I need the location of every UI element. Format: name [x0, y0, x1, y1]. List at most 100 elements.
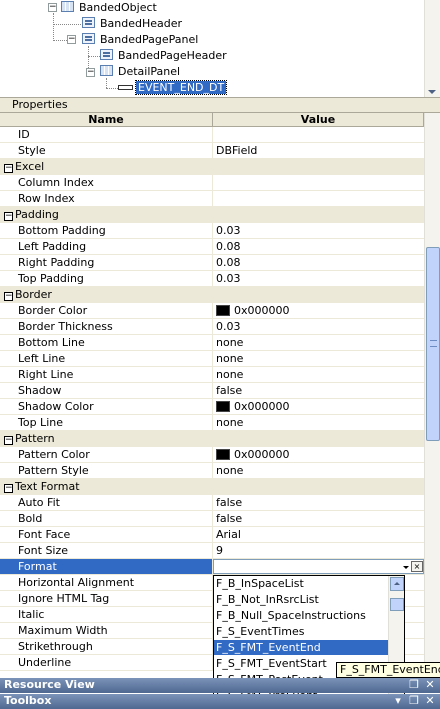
resource-view-panel[interactable]: Resource View ❐ ✕ [0, 678, 440, 693]
property-row[interactable]: Right Padding 0.08 [0, 255, 424, 271]
property-value-cell[interactable] [213, 175, 424, 190]
window-icon[interactable]: ❐ [408, 679, 420, 691]
clear-icon[interactable]: × [411, 561, 423, 572]
tree-node-bandedobject[interactable]: BandedObject [61, 0, 159, 16]
property-value-cell[interactable]: none [213, 415, 424, 430]
category-name: Padding [15, 208, 59, 221]
tree-scrollbar[interactable] [424, 0, 440, 97]
property-value: false [216, 496, 243, 509]
category-row[interactable]: − Padding [0, 207, 424, 223]
property-value-cell[interactable]: none [213, 335, 424, 350]
property-value-cell[interactable]: 0x000000 [213, 303, 424, 318]
properties-scrollbar[interactable] [424, 113, 440, 678]
property-row[interactable]: Bottom Line none [0, 335, 424, 351]
collapse-icon[interactable]: − [4, 292, 13, 301]
value-column-header[interactable]: Value [213, 113, 424, 127]
collapse-toggle[interactable]: − [67, 35, 76, 44]
tree-node-bandedheader[interactable]: BandedHeader [82, 16, 184, 32]
property-row[interactable]: Style DBField [0, 143, 424, 159]
tooltip: F_S_FMT_EventEnd [336, 662, 440, 678]
property-value-cell[interactable]: false [213, 495, 424, 510]
property-row[interactable]: Left Padding 0.08 [0, 239, 424, 255]
property-row[interactable]: Border Thickness 0.03 [0, 319, 424, 335]
property-value-cell[interactable]: false [213, 383, 424, 398]
property-value-cell[interactable]: 0.03 [213, 271, 424, 286]
property-value-cell[interactable]: 0.08 [213, 255, 424, 270]
category-row[interactable]: − Excel [0, 159, 424, 175]
property-value-cell[interactable]: 0x000000 [213, 447, 424, 462]
collapse-icon[interactable]: − [4, 212, 13, 221]
property-row[interactable]: Font Face Arial [0, 527, 424, 543]
resource-view-title: Resource View [4, 678, 95, 691]
property-value-cell[interactable]: 9 [213, 543, 424, 558]
property-row[interactable]: Bold false [0, 511, 424, 527]
property-value-cell[interactable]: DBField [213, 143, 424, 158]
property-row[interactable]: Bottom Padding 0.03 [0, 223, 424, 239]
property-row[interactable]: Auto Fit false [0, 495, 424, 511]
category-row[interactable]: − Pattern [0, 431, 424, 447]
collapse-toggle[interactable]: − [48, 3, 57, 12]
property-value-cell[interactable]: Arial [213, 527, 424, 542]
dropdown-option[interactable]: F_B_InSpaceList [214, 576, 404, 592]
scrollbar-thumb[interactable] [426, 247, 440, 441]
property-value-cell[interactable]: none [213, 351, 424, 366]
property-row[interactable]: Shadow Color 0x000000 [0, 399, 424, 415]
object-tree[interactable]: − BandedObject BandedHeader − BandedPage… [0, 0, 440, 97]
name-column-header[interactable]: Name [0, 113, 213, 127]
property-value-cell[interactable]: 0.03 [213, 223, 424, 238]
property-value-cell[interactable]: false [213, 511, 424, 526]
tree-node-event-end-dt[interactable]: EVENT_END_DT [118, 80, 228, 96]
category-row[interactable]: − Border [0, 287, 424, 303]
property-value-cell[interactable] [213, 127, 424, 142]
pin-icon[interactable]: ▾ [392, 695, 404, 707]
tree-node-bandedpageheader[interactable]: BandedPageHeader [100, 48, 229, 64]
property-row[interactable]: Left Line none [0, 351, 424, 367]
property-value-cell[interactable]: × [213, 559, 424, 574]
scroll-down-icon[interactable] [428, 90, 436, 94]
tree-node-bandedpagepanel[interactable]: BandedPagePanel [82, 32, 200, 48]
property-value-cell[interactable]: 0.03 [213, 319, 424, 334]
property-row[interactable]: Format × [0, 559, 424, 575]
category-label[interactable]: − Pattern [0, 431, 424, 446]
property-row[interactable]: Top Padding 0.03 [0, 271, 424, 287]
dropdown-option[interactable]: F_S_FMT_EventEnd [214, 640, 404, 656]
category-label[interactable]: − Padding [0, 207, 424, 222]
window-icon[interactable]: ❐ [408, 695, 420, 707]
property-row[interactable]: Top Line none [0, 415, 424, 431]
property-row[interactable]: Row Index [0, 191, 424, 207]
property-name: Bold [0, 511, 213, 526]
dropdown-arrow-icon[interactable] [403, 566, 409, 569]
property-value-cell[interactable] [213, 191, 424, 206]
scrollbar-thumb[interactable] [390, 598, 404, 611]
property-value-cell[interactable]: 0x000000 [213, 399, 424, 414]
close-icon[interactable]: ✕ [424, 679, 436, 691]
property-row[interactable]: Shadow false [0, 383, 424, 399]
collapse-toggle[interactable]: − [86, 68, 95, 77]
dropdown-option[interactable]: F_B_Not_InRsrcList [214, 592, 404, 608]
property-row[interactable]: ID [0, 127, 424, 143]
property-row[interactable]: Pattern Color 0x000000 [0, 447, 424, 463]
property-value-cell[interactable]: none [213, 367, 424, 382]
toolbox-panel[interactable]: Toolbox ▾ ❐ ✕ [0, 694, 440, 709]
property-row[interactable]: Font Size 9 [0, 543, 424, 559]
property-row[interactable]: Border Color 0x000000 [0, 303, 424, 319]
tree-node-detailpanel[interactable]: DetailPanel [100, 64, 182, 80]
close-icon[interactable]: ✕ [424, 695, 436, 707]
property-row[interactable]: Pattern Style none [0, 463, 424, 479]
property-value-cell[interactable]: none [213, 463, 424, 478]
collapse-icon[interactable]: − [4, 164, 13, 173]
property-name: Shadow [0, 383, 213, 398]
property-name: Bottom Line [0, 335, 213, 350]
category-label[interactable]: − Text Format [0, 479, 424, 494]
category-row[interactable]: − Text Format [0, 479, 424, 495]
category-label[interactable]: − Excel [0, 159, 424, 174]
property-value-cell[interactable]: 0.08 [213, 239, 424, 254]
scroll-up-icon[interactable] [390, 577, 404, 591]
dropdown-option[interactable]: F_S_EventTimes [214, 624, 404, 640]
dropdown-option[interactable]: F_B_Null_SpaceInstructions [214, 608, 404, 624]
property-row[interactable]: Column Index [0, 175, 424, 191]
collapse-icon[interactable]: − [4, 436, 13, 445]
collapse-icon[interactable]: − [4, 484, 13, 493]
category-label[interactable]: − Border [0, 287, 424, 302]
property-row[interactable]: Right Line none [0, 367, 424, 383]
